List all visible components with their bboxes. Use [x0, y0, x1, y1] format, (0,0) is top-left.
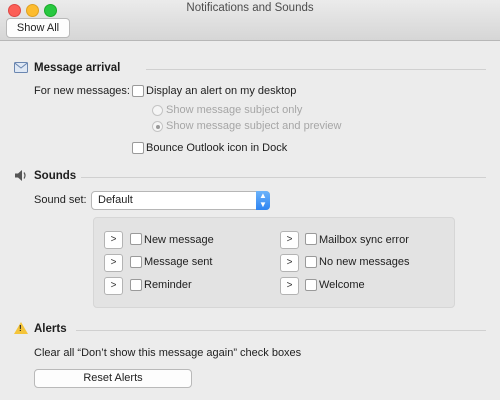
reminder-checkbox[interactable]	[130, 279, 142, 291]
no-new-messages-checkbox[interactable]	[305, 256, 317, 268]
section-divider	[81, 177, 486, 178]
message-sent-label[interactable]: Message sent	[144, 256, 212, 268]
envelope-icon	[14, 62, 28, 76]
new-message-label[interactable]: New message	[144, 234, 214, 246]
subject-preview-radio[interactable]	[152, 121, 163, 132]
title-bar: Notifications and Sounds Show All	[0, 0, 500, 41]
message-arrival-heading: Message arrival	[34, 62, 121, 74]
reminder-label[interactable]: Reminder	[144, 279, 192, 291]
reset-alerts-button[interactable]: Reset Alerts	[34, 369, 192, 388]
sound-set-select[interactable]: Default ▲ ▼	[91, 191, 270, 210]
play-reminder-button[interactable]: >	[104, 277, 123, 295]
bounce-dock-checkbox[interactable]	[132, 142, 144, 154]
message-sent-checkbox[interactable]	[130, 256, 142, 268]
chevron-up-down-icon: ▲ ▼	[256, 191, 270, 210]
warning-icon-glyph: !	[19, 324, 22, 333]
play-mailbox-sync-error-button[interactable]: >	[280, 231, 299, 249]
sounds-heading: Sounds	[34, 170, 77, 182]
mailbox-sync-error-label[interactable]: Mailbox sync error	[319, 234, 409, 246]
show-all-button[interactable]: Show All	[6, 18, 70, 38]
mailbox-sync-error-checkbox[interactable]	[305, 233, 317, 245]
play-no-new-messages-button[interactable]: >	[280, 254, 299, 272]
alerts-heading: Alerts	[34, 323, 67, 335]
subject-preview-label[interactable]: Show message subject and preview	[166, 120, 341, 132]
warning-icon: !	[14, 322, 28, 334]
window-title: Notifications and Sounds	[186, 2, 314, 14]
welcome-checkbox[interactable]	[305, 279, 317, 291]
play-message-sent-button[interactable]: >	[104, 254, 123, 272]
play-new-message-button[interactable]: >	[104, 231, 123, 249]
play-welcome-button[interactable]: >	[280, 277, 299, 295]
new-message-checkbox[interactable]	[130, 233, 142, 245]
section-divider	[146, 69, 486, 70]
alerts-description: Clear all “Don’t show this message again…	[34, 347, 302, 359]
welcome-label[interactable]: Welcome	[319, 279, 365, 291]
subject-only-label[interactable]: Show message subject only	[166, 104, 302, 116]
section-divider	[76, 330, 486, 331]
for-new-messages-label: For new messages:	[34, 85, 130, 97]
display-alert-checkbox[interactable]	[132, 85, 144, 97]
speaker-icon	[14, 169, 28, 185]
no-new-messages-label[interactable]: No new messages	[319, 256, 410, 268]
display-alert-label[interactable]: Display an alert on my desktop	[146, 85, 296, 97]
sound-set-value: Default	[98, 194, 133, 206]
subject-only-radio[interactable]	[152, 105, 163, 116]
sound-set-label: Sound set:	[34, 194, 87, 206]
bounce-dock-label[interactable]: Bounce Outlook icon in Dock	[146, 142, 287, 154]
